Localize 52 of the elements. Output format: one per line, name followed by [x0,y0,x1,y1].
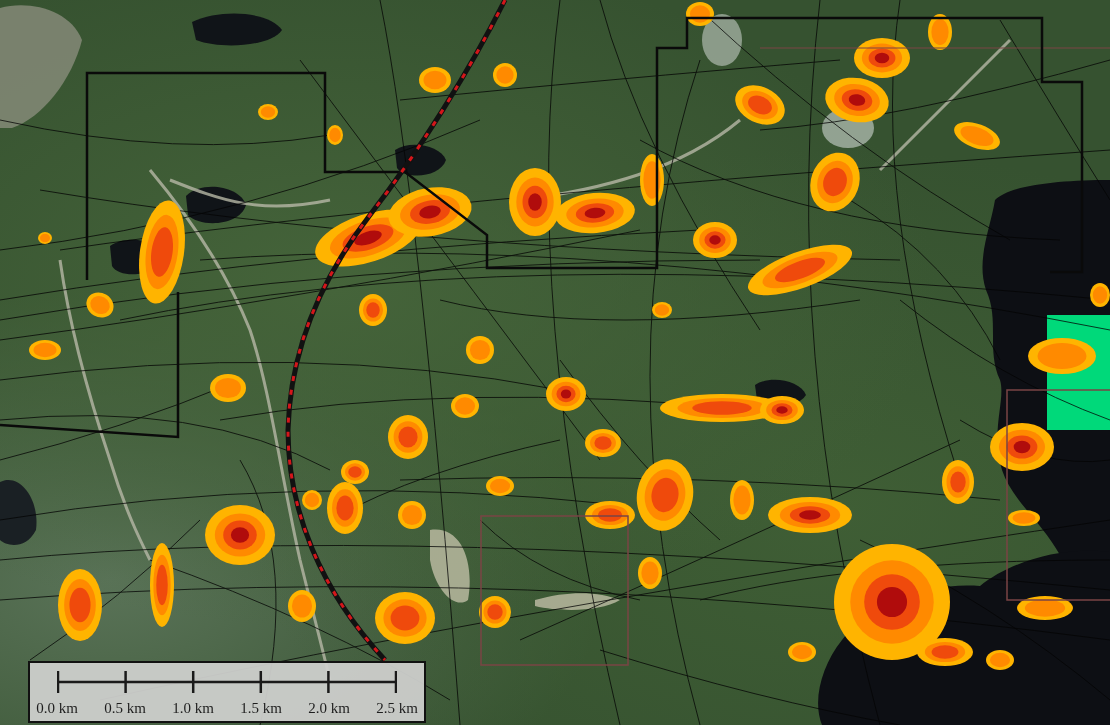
heat-spot [327,125,343,145]
heat-spot [1028,338,1096,374]
heat-spot [928,14,952,50]
heat-spot [954,122,1000,150]
heat-spot [638,557,662,589]
heat-spot [546,377,586,411]
heat-spot [398,501,426,529]
heat-spot [1008,510,1040,526]
heat-spot [990,423,1054,471]
heat-spot [210,374,246,402]
heat-spot [451,394,479,418]
lake [395,144,446,176]
heat-spot [419,67,451,93]
heat-spot [466,336,494,364]
heat-spot [788,642,816,662]
heat-spot [735,85,785,125]
heat-spot [479,596,511,628]
heat-spot [29,340,61,360]
heat-spot [205,505,275,565]
heat-spot [38,232,52,244]
heat-spot [825,77,889,123]
heat-spot [693,222,737,258]
heat-spot [493,63,517,87]
heat-spot [86,292,114,318]
heat-spot [810,152,860,212]
heat-spot [58,569,102,641]
lake [0,480,37,545]
heat-spot [730,480,754,520]
heat-spot [302,490,322,510]
scale-label: 2.0 km [308,699,350,717]
heat-spot [640,154,664,206]
scale-label: 2.5 km [376,699,418,717]
heat-spot [686,2,714,26]
heat-spot [854,38,910,78]
heat-spot [652,302,672,318]
heat-spot [1017,596,1073,620]
heat-spot [942,460,974,504]
heat-spot [258,104,278,120]
heat-spot [585,429,621,457]
scale-label: 1.5 km [240,699,282,717]
heat-spot [359,294,387,326]
lake [186,186,246,224]
scale-label: 0.0 km [36,699,78,717]
heat-spot [486,476,514,496]
heat-spot [375,592,435,644]
heat-spot [288,590,316,622]
heat-spot [1090,283,1110,307]
scale-label: 0.5 km [104,699,146,717]
scale-label: 1.0 km [172,699,214,717]
heat-spot [986,650,1014,670]
heat-spot [388,415,428,459]
cloud-patch [702,14,742,66]
